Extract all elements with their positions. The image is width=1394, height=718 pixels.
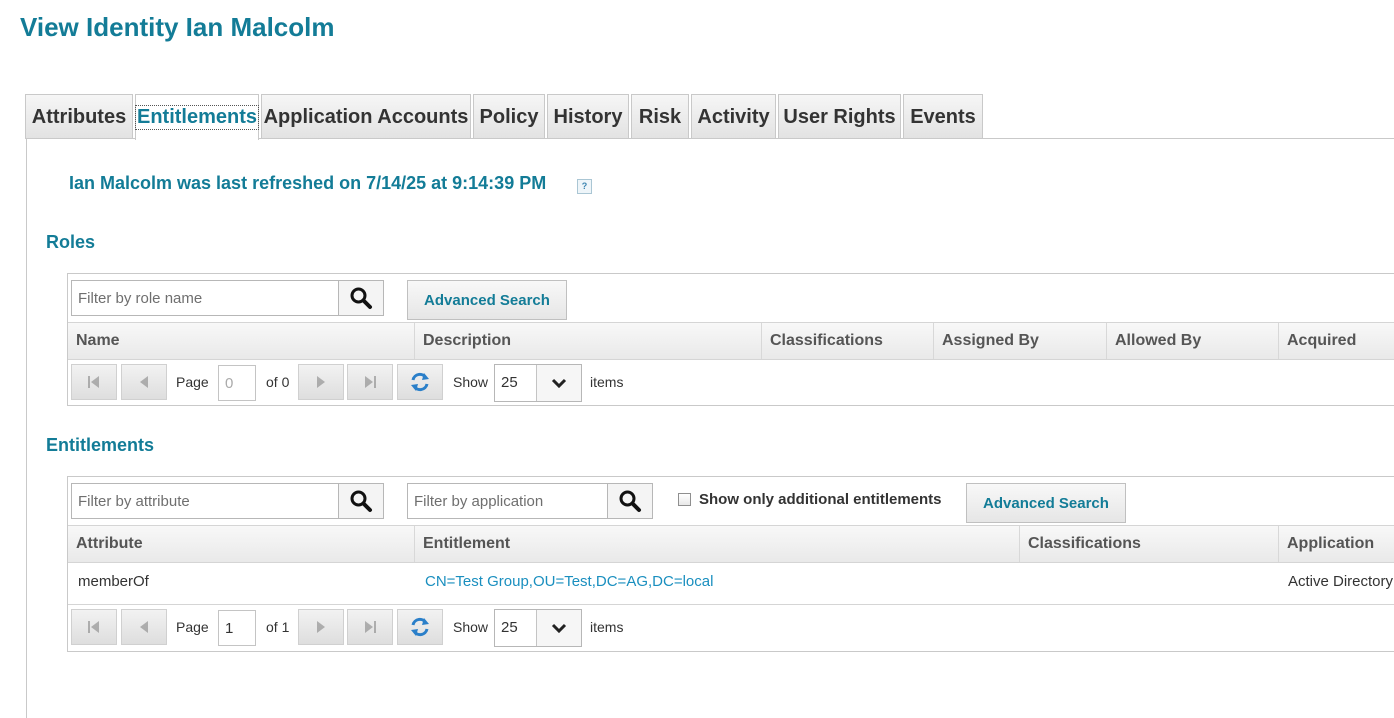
- page-number-input[interactable]: [218, 365, 256, 401]
- page-size-select[interactable]: 25: [494, 609, 582, 647]
- tab-application-accounts[interactable]: Application Accounts: [261, 94, 471, 139]
- tab-attributes[interactable]: Attributes: [25, 94, 133, 139]
- chevron-down-icon: [536, 365, 581, 401]
- first-page-button[interactable]: [71, 609, 117, 645]
- tab-activity[interactable]: Activity: [691, 94, 776, 139]
- column-classifications[interactable]: Classifications: [1019, 526, 1278, 562]
- tab-bar: Attributes Entitlements Application Acco…: [25, 94, 985, 140]
- page-size-value: 25: [501, 374, 518, 391]
- items-label: items: [590, 374, 624, 390]
- refresh-icon: [411, 617, 429, 637]
- last-page-icon: [365, 621, 376, 633]
- page-count-label: of 0: [266, 374, 290, 390]
- column-description[interactable]: Description: [414, 323, 761, 359]
- last-refreshed-text: Ian Malcolm was last refreshed on 7/14/2…: [69, 173, 547, 193]
- next-page-button[interactable]: [298, 364, 344, 400]
- prev-page-icon: [140, 621, 148, 633]
- tab-events[interactable]: Events: [903, 94, 983, 139]
- column-allowed-by[interactable]: Allowed By: [1106, 323, 1278, 359]
- application-filter-input[interactable]: [408, 484, 607, 518]
- tab-risk[interactable]: Risk: [631, 94, 689, 139]
- additional-entitlements-label[interactable]: Show only additional entitlements: [699, 491, 942, 508]
- roles-table-header: Name Description Classifications Assigne…: [68, 322, 1394, 360]
- page-size-value: 25: [501, 619, 518, 636]
- entitlements-pager: Page of 1 Show 25 items: [68, 605, 1394, 649]
- roles-panel: Advanced Search Name Description Classif…: [67, 273, 1394, 406]
- entitlements-section-title: Entitlements: [46, 435, 155, 455]
- show-label: Show: [453, 619, 489, 635]
- prev-page-button[interactable]: [121, 364, 167, 400]
- refresh-button[interactable]: [397, 609, 443, 645]
- page-title: View Identity Ian Malcolm: [20, 12, 335, 42]
- column-assigned-by[interactable]: Assigned By: [933, 323, 1106, 359]
- next-page-button[interactable]: [298, 609, 344, 645]
- show-label: Show: [453, 374, 489, 390]
- cell-entitlement-link[interactable]: CN=Test Group,OU=Test,DC=AG,DC=local: [425, 573, 713, 590]
- first-page-icon: [88, 376, 99, 388]
- application-filter: [407, 483, 653, 519]
- page-label: Page: [176, 619, 209, 635]
- refresh-icon: [411, 372, 429, 392]
- role-search-button[interactable]: [338, 281, 383, 315]
- tab-history[interactable]: History: [547, 94, 629, 139]
- help-icon[interactable]: ?: [577, 179, 592, 194]
- role-filter: [71, 280, 384, 316]
- table-row: memberOf CN=Test Group,OU=Test,DC=AG,DC=…: [68, 563, 1394, 605]
- roles-advanced-search-button[interactable]: Advanced Search: [407, 280, 567, 320]
- attribute-search-button[interactable]: [338, 484, 383, 518]
- column-application[interactable]: Application: [1278, 526, 1394, 562]
- application-search-button[interactable]: [607, 484, 652, 518]
- roles-section-title: Roles: [46, 232, 96, 252]
- page-count-label: of 1: [266, 619, 290, 635]
- first-page-icon: [88, 621, 99, 633]
- column-classifications[interactable]: Classifications: [761, 323, 933, 359]
- chevron-down-icon: [536, 610, 581, 646]
- entitlements-table-header: Attribute Entitlement Classifications Ap…: [68, 525, 1394, 563]
- column-name[interactable]: Name: [68, 323, 414, 359]
- next-page-icon: [317, 621, 325, 633]
- search-icon: [350, 490, 372, 512]
- first-page-button[interactable]: [71, 364, 117, 400]
- prev-page-icon: [140, 376, 148, 388]
- cell-application: Active Directory: [1288, 573, 1394, 590]
- column-entitlement[interactable]: Entitlement: [414, 526, 1019, 562]
- refresh-button[interactable]: [397, 364, 443, 400]
- last-page-icon: [365, 376, 376, 388]
- next-page-icon: [317, 376, 325, 388]
- column-acquired[interactable]: Acquired: [1278, 323, 1394, 359]
- tab-policy[interactable]: Policy: [473, 94, 545, 139]
- entitlements-panel: Show only additional entitlements Advanc…: [67, 476, 1394, 652]
- last-page-button[interactable]: [347, 364, 393, 400]
- roles-pager: Page of 0 Show 25 items: [68, 360, 1394, 404]
- entitlements-advanced-search-button[interactable]: Advanced Search: [966, 483, 1126, 523]
- attribute-filter-input[interactable]: [72, 484, 338, 518]
- tab-user-rights[interactable]: User Rights: [778, 94, 901, 139]
- page-size-select[interactable]: 25: [494, 364, 582, 402]
- page-label: Page: [176, 374, 209, 390]
- last-page-button[interactable]: [347, 609, 393, 645]
- items-label: items: [590, 619, 624, 635]
- page-number-input[interactable]: [218, 610, 256, 646]
- cell-attribute: memberOf: [78, 573, 149, 590]
- tab-entitlements[interactable]: Entitlements: [134, 94, 260, 140]
- search-icon: [619, 490, 641, 512]
- prev-page-button[interactable]: [121, 609, 167, 645]
- column-attribute[interactable]: Attribute: [68, 526, 414, 562]
- search-icon: [350, 287, 372, 309]
- attribute-filter: [71, 483, 384, 519]
- additional-entitlements-checkbox[interactable]: [678, 493, 691, 506]
- role-name-filter-input[interactable]: [72, 281, 338, 315]
